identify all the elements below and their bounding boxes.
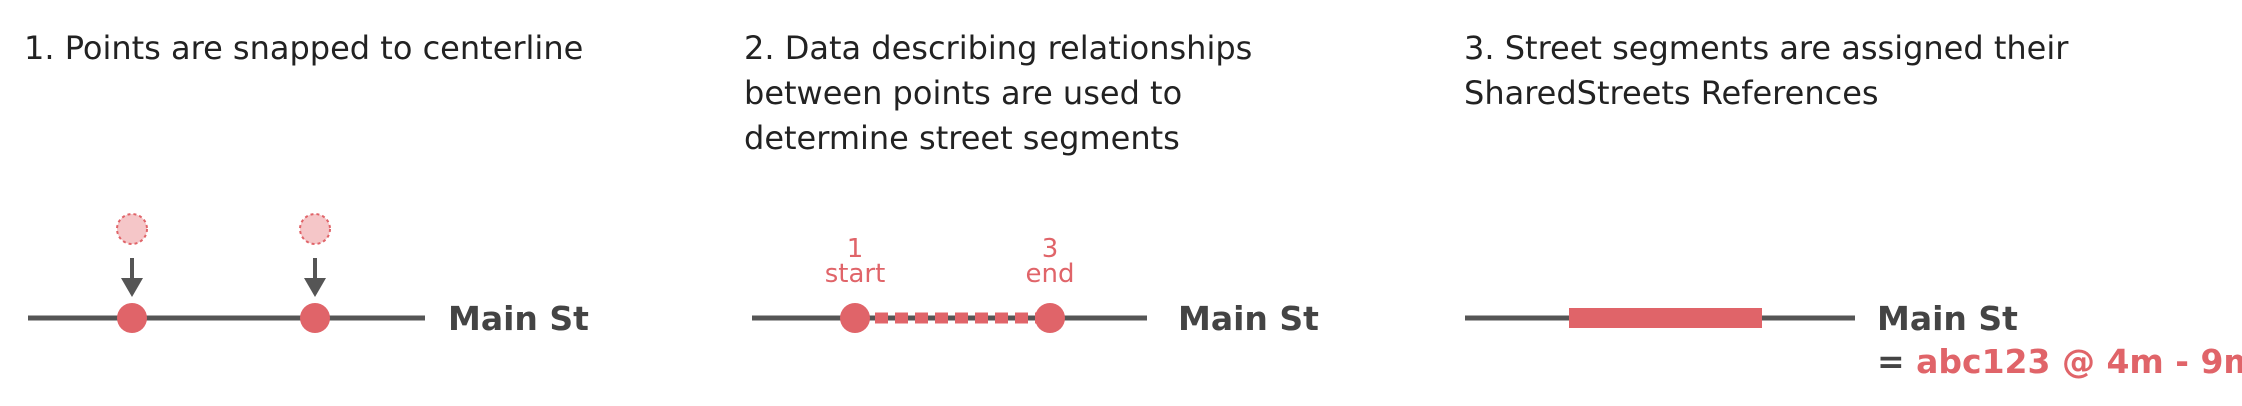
- reference-equals: =: [1877, 342, 1916, 381]
- street-name-label: Main St: [448, 299, 589, 338]
- segment-diagram: 1 start 3 end Main St: [752, 234, 1319, 338]
- end-point-label: end: [1026, 259, 1075, 289]
- reference-diagram: Main St = abc123 @ 4m - 9m: [1465, 299, 2242, 381]
- ghost-point-2: [299, 213, 331, 245]
- panel-snap-points: 1. Points are snapped to centerline Main…: [0, 0, 720, 406]
- start-point: [840, 303, 870, 333]
- assigned-street-segment: [1569, 308, 1762, 328]
- snap-arrow-2-head: [304, 278, 326, 297]
- snap-arrow-1-head: [121, 278, 143, 297]
- end-point: [1035, 303, 1065, 333]
- snapped-point-2: [300, 303, 330, 333]
- street-name-label: Main St: [1877, 299, 2018, 338]
- snapped-point-1: [117, 303, 147, 333]
- reference-value: abc123 @ 4m - 9m: [1916, 342, 2242, 381]
- street-name-label: Main St: [1178, 299, 1319, 338]
- start-point-label: start: [825, 259, 886, 289]
- panel-assign-references: 3. Street segments are assigned their Sh…: [1440, 0, 2242, 406]
- snap-diagram: Main St: [28, 213, 589, 338]
- shared-streets-reference: = abc123 @ 4m - 9m: [1877, 342, 2242, 381]
- ghost-point-1: [116, 213, 148, 245]
- panel-determine-segments: 2. Data describing relationships between…: [720, 0, 1440, 406]
